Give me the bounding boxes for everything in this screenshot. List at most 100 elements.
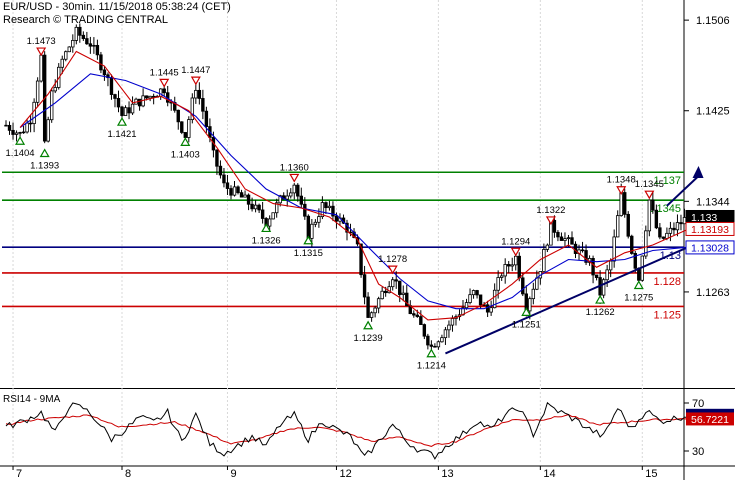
candle-body <box>81 34 86 39</box>
candle-body <box>426 335 430 346</box>
swing-low-label: 1.1214 <box>417 361 446 372</box>
candle-body <box>447 324 451 331</box>
candle-body <box>471 290 476 296</box>
candle-body <box>665 232 669 239</box>
swing-low-label: 1.1262 <box>586 307 615 318</box>
candle-body <box>531 288 536 300</box>
candle-body <box>647 199 652 232</box>
candle-body <box>162 88 166 94</box>
candle-body <box>289 192 293 197</box>
candle-body <box>391 279 395 288</box>
candle-body <box>218 165 223 176</box>
forecast-arrow-head <box>692 166 704 179</box>
candle-body <box>507 264 511 267</box>
candle-body <box>120 106 124 116</box>
candle-body <box>327 205 332 209</box>
candle-body <box>383 290 388 294</box>
candle-body <box>35 80 40 103</box>
candle-body <box>468 294 472 303</box>
candle-body <box>46 119 50 142</box>
candle-body <box>127 107 131 114</box>
candle-body <box>236 186 240 194</box>
candle-body <box>32 101 36 124</box>
candle-body <box>92 44 96 47</box>
candle-body <box>130 103 135 114</box>
candle-body <box>401 292 405 295</box>
candle-body <box>440 337 444 343</box>
candle-body <box>672 227 676 231</box>
candle-body <box>225 182 230 189</box>
y-tick-label: 1.1425 <box>696 106 730 118</box>
swing-low-label: 1.1421 <box>107 129 136 140</box>
candle-body <box>478 294 483 306</box>
candle-body <box>499 275 504 278</box>
candle-body <box>436 341 441 348</box>
price-tag-label: 1.13028 <box>691 242 729 254</box>
candle-body <box>250 203 254 210</box>
candle-body <box>373 307 377 314</box>
candle-body <box>679 222 683 225</box>
candle-body <box>7 124 12 131</box>
candle-body <box>545 244 550 250</box>
candle-body <box>605 269 609 281</box>
candle-body <box>246 194 251 205</box>
candle-body <box>626 213 630 237</box>
candle-body <box>563 238 567 241</box>
swing-low-label: 1.1275 <box>624 293 653 304</box>
candle-body <box>334 215 339 222</box>
candle-body <box>271 212 275 220</box>
candle-body <box>25 122 29 133</box>
candle-body <box>450 318 455 326</box>
candle-body <box>187 119 191 138</box>
candle-body <box>303 203 307 217</box>
candle-body <box>398 280 402 295</box>
x-tick-label: 13 <box>441 468 453 480</box>
candle-body <box>376 298 381 309</box>
candle-body <box>594 274 599 278</box>
candle-body <box>71 40 75 48</box>
candle-body <box>204 110 209 127</box>
candle-body <box>661 236 666 239</box>
candle-body <box>542 249 546 272</box>
candle-body <box>573 243 578 254</box>
candle-body <box>366 296 370 318</box>
candle-body <box>158 88 163 97</box>
candle-body <box>299 195 303 205</box>
level-label: 1.128 <box>653 276 681 288</box>
rsi-y-tick-label: 30 <box>692 446 704 458</box>
swing-low-label: 1.1326 <box>252 235 281 246</box>
price-tag-label: 1.13193 <box>691 224 729 236</box>
candle-body <box>116 98 121 108</box>
candle-body <box>144 95 149 99</box>
candle-body <box>229 188 233 196</box>
candle-body <box>21 131 26 134</box>
candle-body <box>99 54 103 71</box>
candle-body <box>88 43 93 47</box>
candle-body <box>253 204 258 210</box>
x-tick-label: 12 <box>339 468 351 480</box>
candle-body <box>176 109 180 123</box>
candle-body <box>514 255 518 266</box>
candle-body <box>608 260 613 271</box>
candle-body <box>535 277 539 290</box>
candle-body <box>570 237 574 245</box>
chart-title: EUR/USD - 30min. 11/15/2018 05:38:24 (CE… <box>3 1 231 13</box>
candle-body <box>668 227 673 234</box>
candle-body <box>433 345 437 348</box>
candle-body <box>528 298 532 312</box>
candle-body <box>39 54 43 82</box>
candle-body <box>306 215 311 239</box>
candle-body <box>369 312 374 318</box>
candle-body <box>109 77 114 95</box>
y-tick-label: 1.1263 <box>696 287 730 299</box>
candle-body <box>380 290 384 300</box>
candle-body <box>412 313 416 316</box>
candle-body <box>443 329 448 339</box>
candle-body <box>285 195 289 200</box>
candle-body <box>194 89 198 99</box>
x-tick-label: 7 <box>16 468 22 480</box>
candle-body <box>464 302 469 309</box>
candle-body <box>28 122 33 125</box>
candle-body <box>415 314 420 317</box>
swing-low-label: 1.1403 <box>171 149 200 160</box>
